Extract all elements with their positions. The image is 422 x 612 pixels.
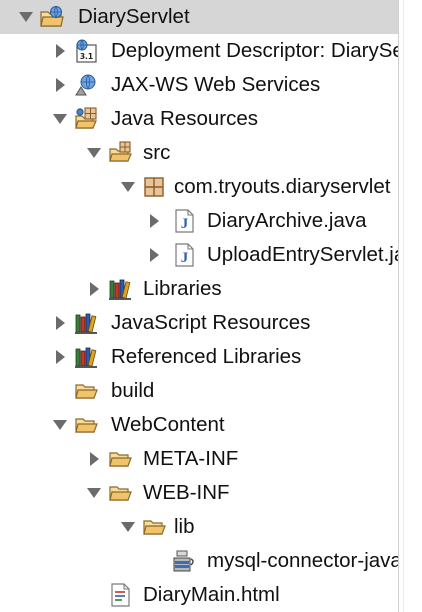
- folder-icon: [108, 447, 132, 471]
- java-file-icon: J: [172, 209, 196, 233]
- libraries-icon: [108, 277, 132, 301]
- tree-item-meta-inf[interactable]: META-INF: [0, 442, 398, 476]
- source-folder-icon: [108, 141, 132, 165]
- tree-item-label: DiaryServlet: [78, 5, 190, 28]
- tree-item-jax-ws-web-services[interactable]: JAX-WS Web Services: [0, 68, 398, 102]
- tree-item-diarymain-html[interactable]: DiaryMain.html: [0, 578, 398, 612]
- expanded-twisty-icon[interactable]: [86, 145, 102, 161]
- collapsed-twisty-icon[interactable]: [52, 77, 68, 93]
- libraries-icon: [74, 345, 98, 369]
- tree-item-label: DiaryArchive.java: [207, 209, 367, 232]
- tree-item-uploadentryservlet-java[interactable]: J UploadEntryServlet.java: [0, 238, 398, 272]
- expanded-twisty-icon[interactable]: [120, 179, 136, 195]
- collapsed-twisty-icon[interactable]: [146, 247, 162, 263]
- collapsed-twisty-icon[interactable]: [52, 349, 68, 365]
- scroll-gutter-line: [403, 0, 404, 612]
- svg-text:J: J: [181, 216, 189, 232]
- tree-item-referenced-libraries[interactable]: Referenced Libraries: [0, 340, 398, 374]
- tree-item-label: DiaryMain.html: [143, 583, 280, 606]
- tree-item-label: mysql-connector-java.jar: [207, 549, 398, 572]
- expanded-twisty-icon[interactable]: [52, 111, 68, 127]
- folder-icon: [74, 379, 98, 403]
- tree-item-label: com.tryouts.diaryservlet: [174, 175, 391, 198]
- tree-item-webcontent[interactable]: WebContent: [0, 408, 398, 442]
- tree-item-label: WEB-INF: [143, 481, 230, 504]
- html-file-icon: [108, 583, 132, 607]
- collapsed-twisty-icon[interactable]: [146, 213, 162, 229]
- svg-text:J: J: [181, 250, 189, 266]
- tree-item-java-resources[interactable]: Java Resources: [0, 102, 398, 136]
- tree-item-label: build: [111, 379, 155, 402]
- tree-item-build[interactable]: build: [0, 374, 398, 408]
- collapsed-twisty-icon[interactable]: [52, 315, 68, 331]
- tree-item-label: UploadEntryServlet.java: [207, 243, 398, 266]
- tree-item-label: Referenced Libraries: [111, 345, 302, 368]
- expanded-twisty-icon[interactable]: [120, 519, 136, 535]
- tree-item-label: META-INF: [143, 447, 239, 470]
- tree-item-label: Java Resources: [111, 107, 258, 130]
- collapsed-twisty-icon[interactable]: [52, 43, 68, 59]
- java-resources-icon: [74, 107, 98, 131]
- folder-icon: [108, 481, 132, 505]
- tree-item-label: Deployment Descriptor: DiaryServlet: [111, 39, 398, 62]
- collapsed-twisty-icon[interactable]: [86, 451, 102, 467]
- folder-icon: [74, 413, 98, 437]
- folder-icon: [142, 515, 166, 539]
- tree-item-deployment-descriptor-diaryservlet[interactable]: 3.1 Deployment Descriptor: DiaryServlet: [0, 34, 398, 68]
- expanded-twisty-icon[interactable]: [52, 417, 68, 433]
- package-icon: [142, 175, 166, 199]
- tree-item-libraries[interactable]: Libraries: [0, 272, 398, 306]
- web-project-icon: [40, 5, 64, 29]
- tree-item-lib[interactable]: lib: [0, 510, 398, 544]
- tree-item-label: WebContent: [111, 413, 225, 436]
- deployment-descriptor-icon: 3.1: [74, 39, 98, 63]
- tree-item-label: Libraries: [143, 277, 222, 300]
- project-explorer-tree: DiaryServlet 3.1 Deployment Descriptor: …: [0, 0, 398, 612]
- tree-item-label: JAX-WS Web Services: [111, 73, 321, 96]
- tree-item-label: src: [143, 141, 171, 164]
- tree-item-diaryarchive-java[interactable]: J DiaryArchive.java: [0, 204, 398, 238]
- jar-file-icon: [172, 549, 196, 573]
- tree-item-label: lib: [174, 515, 195, 538]
- tree-item-src[interactable]: src: [0, 136, 398, 170]
- tree-item-web-inf[interactable]: WEB-INF: [0, 476, 398, 510]
- expanded-twisty-icon[interactable]: [86, 485, 102, 501]
- web-services-icon: [74, 73, 98, 97]
- tree-item-diaryservlet[interactable]: DiaryServlet: [0, 0, 398, 34]
- collapsed-twisty-icon[interactable]: [86, 281, 102, 297]
- svg-text:3.1: 3.1: [80, 52, 93, 61]
- java-file-icon: J: [172, 243, 196, 267]
- tree-item-com-tryouts-diaryservlet[interactable]: com.tryouts.diaryservlet: [0, 170, 398, 204]
- libraries-icon: [74, 311, 98, 335]
- tree-item-mysql-connector-java-jar[interactable]: mysql-connector-java.jar: [0, 544, 398, 578]
- expanded-twisty-icon[interactable]: [18, 9, 34, 25]
- tree-item-javascript-resources[interactable]: JavaScript Resources: [0, 306, 398, 340]
- tree-item-label: JavaScript Resources: [111, 311, 311, 334]
